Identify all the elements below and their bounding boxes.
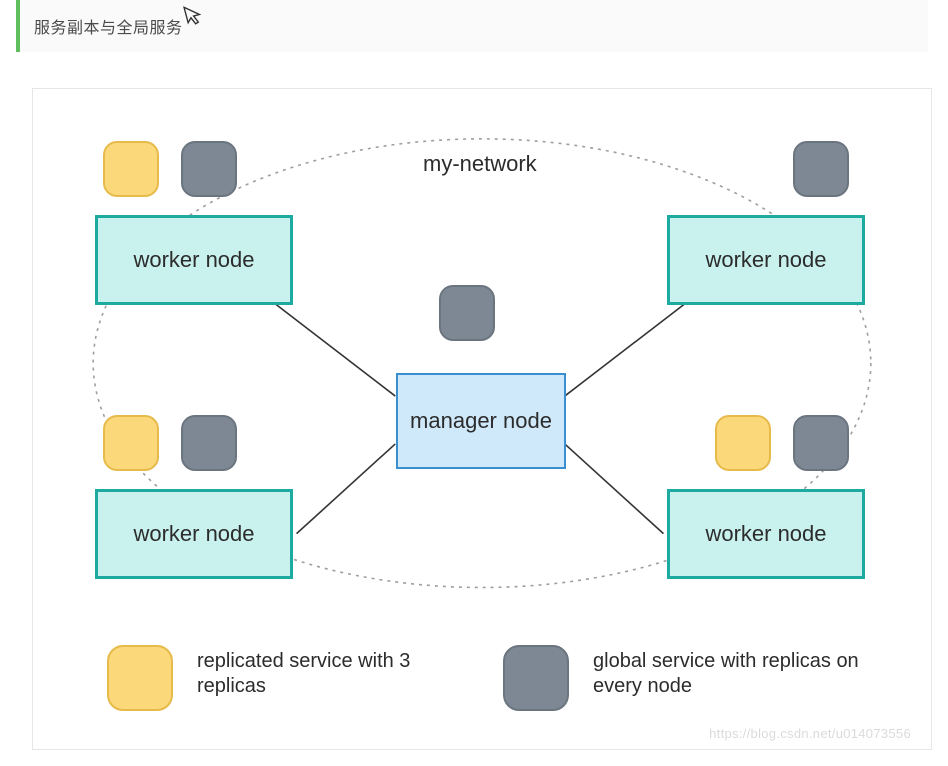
watermark-text: https://blog.csdn.net/u014073556 xyxy=(709,726,911,741)
connector-line xyxy=(275,303,396,396)
global-service-chip-icon xyxy=(793,415,849,471)
worker-node-bottom-right: worker node xyxy=(667,489,865,579)
worker-node-bottom-left: worker node xyxy=(95,489,293,579)
network-label: my-network xyxy=(423,151,537,177)
global-service-chip-icon xyxy=(793,141,849,197)
worker-node-top-left: worker node xyxy=(95,215,293,305)
diagram-inner: my-network worker node worker node manag… xyxy=(33,89,931,749)
global-service-chip-icon xyxy=(439,285,495,341)
connector-line xyxy=(565,444,664,534)
legend-global-text: global service with replicas on every no… xyxy=(593,649,863,699)
legend-replicated-text: replicated service with 3 replicas xyxy=(197,649,447,699)
manager-node: manager node xyxy=(396,373,566,469)
replicated-service-chip-icon xyxy=(103,141,159,197)
diagram-frame: my-network worker node worker node manag… xyxy=(32,88,932,750)
connector-line xyxy=(565,303,686,396)
global-service-chip-icon xyxy=(181,415,237,471)
global-service-chip-icon xyxy=(181,141,237,197)
legend-replicated-icon xyxy=(107,645,173,711)
worker-node-top-right: worker node xyxy=(667,215,865,305)
quote-text: 服务副本与全局服务 xyxy=(34,14,183,38)
quote-bar: 服务副本与全局服务 xyxy=(16,0,928,52)
replicated-service-chip-icon xyxy=(715,415,771,471)
replicated-service-chip-icon xyxy=(103,415,159,471)
legend-global-icon xyxy=(503,645,569,711)
connector-line xyxy=(297,444,396,534)
